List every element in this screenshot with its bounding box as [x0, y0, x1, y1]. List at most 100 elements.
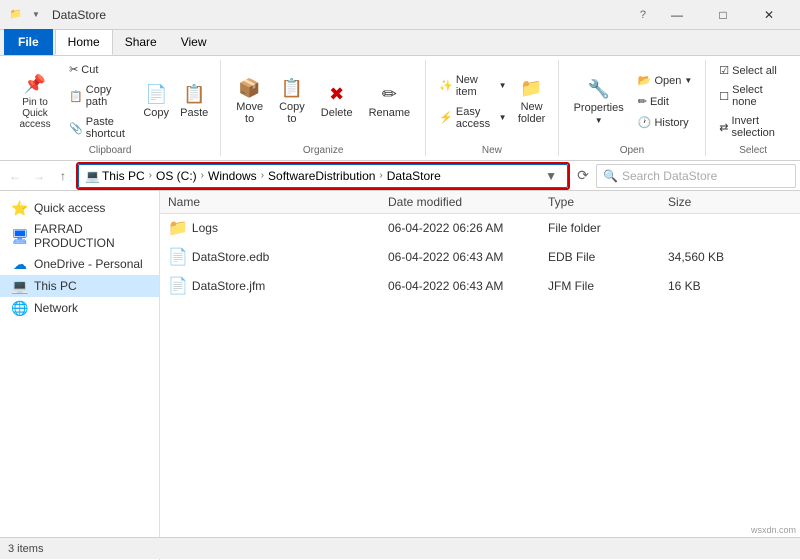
main-content: ⭐ Quick access 🖥 FARRAD PRODUCTION ☁ One… — [0, 191, 800, 560]
sidebar-item-this-pc[interactable]: 💻 This PC — [0, 275, 159, 297]
new-buttons: ✨ New item ▼ ⚡ Easy access ▼ 📁 New folde… — [434, 60, 549, 143]
jfm-icon: 📄 — [168, 276, 188, 296]
file-date-jfm: 06-04-2022 06:43 AM — [380, 278, 540, 294]
paste-button[interactable]: 📋 Paste — [176, 79, 212, 124]
organize-buttons: 📦 Move to 📋 Copy to ✖ Delete ✏ Rename — [229, 60, 417, 143]
tab-home[interactable]: Home — [55, 29, 113, 55]
path-os-c[interactable]: OS (C:) — [156, 169, 197, 183]
up-button[interactable]: ↑ — [52, 165, 74, 187]
properties-icon: 🔧 — [587, 79, 609, 100]
clipboard-buttons: 📌 Pin to Quick access ✂ Cut 📋 Copy path … — [8, 60, 212, 143]
paste-shortcut-button[interactable]: 📎 Paste shortcut — [64, 113, 136, 143]
help-btn[interactable]: ? — [640, 9, 646, 21]
network-icon: 🌐 — [12, 300, 28, 316]
new-item-dropdown-icon[interactable]: ▼ — [499, 81, 507, 90]
ribbon-group-clipboard: 📌 Pin to Quick access ✂ Cut 📋 Copy path … — [0, 60, 221, 156]
refresh-button[interactable]: ⟳ — [572, 165, 594, 187]
col-header-name[interactable]: Name — [160, 193, 380, 211]
copy-to-button[interactable]: 📋 Copy to — [272, 73, 312, 130]
sidebar-item-label: Quick access — [34, 201, 105, 215]
paste-shortcut-icon: 📎 — [69, 122, 83, 135]
col-header-type[interactable]: Type — [540, 193, 660, 211]
search-placeholder: Search DataStore — [622, 169, 717, 183]
select-label: Select — [714, 143, 792, 156]
easy-access-icon: ⚡ — [439, 111, 453, 124]
select-column: ☑ Select all ☐ Select none ⇄ Invert sele… — [714, 61, 792, 142]
rename-button[interactable]: ✏ Rename — [362, 79, 418, 124]
col-header-date[interactable]: Date modified — [380, 193, 540, 211]
search-box[interactable]: 🔍 Search DataStore — [596, 164, 796, 188]
invert-selection-button[interactable]: ⇄ Invert selection — [714, 112, 792, 142]
file-row-logs[interactable]: 📁 Logs 06-04-2022 06:26 AM File folder — [160, 214, 800, 243]
path-software-distribution[interactable]: SoftwareDistribution — [268, 169, 375, 183]
this-pc-icon: 💻 — [85, 169, 100, 183]
delete-button[interactable]: ✖ Delete — [314, 79, 360, 124]
path-dropdown-arrow[interactable]: ▼ — [541, 169, 561, 183]
path-this-pc[interactable]: 💻 This PC — [85, 169, 145, 183]
forward-button[interactable]: → — [28, 165, 50, 187]
sidebar-item-network[interactable]: 🌐 Network — [0, 297, 159, 319]
tab-view[interactable]: View — [169, 29, 219, 55]
back-button[interactable]: ← — [4, 165, 26, 187]
edit-button[interactable]: ✏ Edit — [633, 92, 698, 111]
ribbon-group-organize: 📦 Move to 📋 Copy to ✖ Delete ✏ Rename Or… — [221, 60, 426, 156]
sidebar-item-quick-access[interactable]: ⭐ Quick access — [0, 197, 159, 219]
clipboard-label: Clipboard — [8, 143, 212, 156]
new-item-button[interactable]: ✨ New item ▼ — [434, 71, 511, 101]
file-name-jfm: 📄 DataStore.jfm — [160, 275, 380, 297]
path-windows[interactable]: Windows — [208, 169, 257, 183]
copy-to-icon: 📋 — [281, 78, 303, 99]
maximize-button[interactable]: □ — [700, 0, 746, 30]
sidebar-item-onedrive[interactable]: ☁ OneDrive - Personal — [0, 253, 159, 275]
file-name-logs: 📁 Logs — [160, 217, 380, 239]
select-none-button[interactable]: ☐ Select none — [714, 81, 792, 111]
copy-button[interactable]: 📄 Copy — [138, 79, 174, 124]
onedrive-icon: ☁ — [12, 256, 28, 272]
path-datastore[interactable]: DataStore — [387, 169, 441, 183]
cut-button[interactable]: ✂ Cut — [64, 60, 136, 79]
properties-button[interactable]: 🔧 Properties ▼ — [567, 74, 631, 130]
select-all-button[interactable]: ☑ Select all — [714, 61, 792, 80]
path-chevron-2: › — [201, 170, 204, 181]
file-row-datastore-jfm[interactable]: 📄 DataStore.jfm 06-04-2022 06:43 AM JFM … — [160, 272, 800, 301]
easy-access-dropdown-icon[interactable]: ▼ — [499, 113, 507, 122]
move-to-button[interactable]: 📦 Move to — [229, 73, 270, 130]
copy-paste-column: ✂ Cut 📋 Copy path 📎 Paste shortcut — [64, 60, 136, 143]
watermark: wsxdn.com — [751, 525, 796, 535]
copy-path-button[interactable]: 📋 Copy path — [64, 81, 136, 111]
ribbon: 📌 Pin to Quick access ✂ Cut 📋 Copy path … — [0, 56, 800, 161]
quick-access-down-icon[interactable]: ▼ — [28, 7, 44, 23]
file-size-jfm: 16 KB — [660, 278, 760, 294]
ribbon-tabs: File Home Share View — [0, 30, 800, 56]
sidebar-item-label: FARRAD PRODUCTION — [34, 222, 151, 250]
address-bar: ← → ↑ 💻 This PC › OS (C:) › Windows › So… — [0, 161, 800, 191]
open-label: Open — [567, 143, 698, 156]
title-bar-icons: 📁 ▼ — [8, 7, 44, 23]
sidebar-item-label: Network — [34, 301, 78, 315]
tab-file[interactable]: File — [4, 29, 53, 55]
pin-to-quick-access-button[interactable]: 📌 Pin to Quick access — [8, 69, 62, 135]
file-name-edb: 📄 DataStore.edb — [160, 246, 380, 268]
search-icon: 🔍 — [603, 169, 618, 183]
open-button[interactable]: 📂 Open ▼ — [633, 71, 698, 90]
easy-access-button[interactable]: ⚡ Easy access ▼ — [434, 103, 511, 133]
edb-icon: 📄 — [168, 247, 188, 267]
open-dropdown-icon[interactable]: ▼ — [684, 76, 692, 85]
select-none-icon: ☐ — [719, 90, 729, 103]
close-button[interactable]: ✕ — [746, 0, 792, 30]
this-pc-sidebar-icon: 💻 — [12, 278, 28, 294]
open-edit-column: 📂 Open ▼ ✏ Edit 🕐 History — [633, 71, 698, 132]
sidebar-item-farrad[interactable]: 🖥 FARRAD PRODUCTION — [0, 219, 159, 253]
tab-share[interactable]: Share — [113, 29, 169, 55]
ribbon-group-new: ✨ New item ▼ ⚡ Easy access ▼ 📁 New folde… — [426, 60, 558, 156]
window-icon: 📁 — [8, 7, 24, 23]
new-item-icon: ✨ — [439, 79, 453, 92]
file-row-datastore-edb[interactable]: 📄 DataStore.edb 06-04-2022 06:43 AM EDB … — [160, 243, 800, 272]
history-button[interactable]: 🕐 History — [633, 113, 698, 132]
properties-dropdown-icon[interactable]: ▼ — [595, 116, 603, 125]
minimize-button[interactable]: — — [654, 0, 700, 30]
col-header-size[interactable]: Size — [660, 193, 760, 211]
path-chevron-3: › — [261, 170, 264, 181]
new-folder-button[interactable]: 📁 New folder — [514, 73, 550, 130]
address-path[interactable]: 💻 This PC › OS (C:) › Windows › Software… — [78, 164, 568, 188]
